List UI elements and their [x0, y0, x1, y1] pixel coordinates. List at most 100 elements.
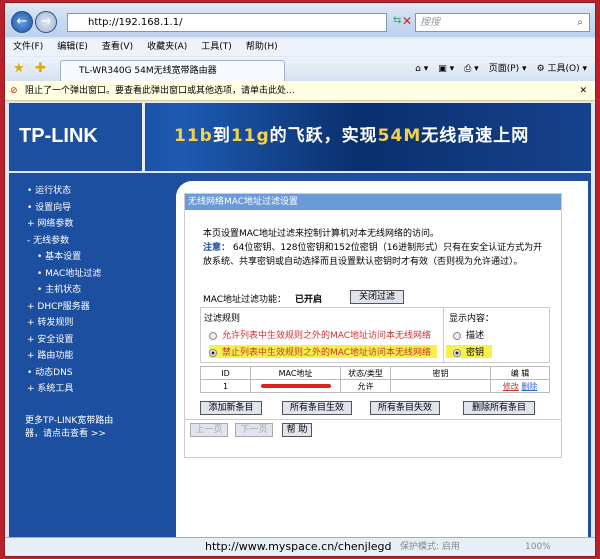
tab-title: TL-WR340G 54M无线宽带路由器: [79, 66, 217, 76]
divider: [185, 419, 561, 420]
back-button[interactable]: ←: [11, 11, 33, 33]
add-entry-button[interactable]: 添加新条目: [200, 401, 262, 415]
mac-filter-box: 无线网络MAC地址过滤设置 本页设置MAC地址过滤来控制计算机对本无线网络的访问…: [184, 193, 562, 458]
slogan-part: 无线高速上网: [421, 126, 530, 146]
close-icon[interactable]: ✕: [579, 81, 587, 101]
display-key-option[interactable]: 密钥: [446, 345, 493, 358]
filter-status: 已开启: [295, 295, 323, 305]
header-edit: 编 辑: [490, 366, 550, 380]
slogan-part: 到: [212, 126, 231, 146]
rule-allow-option[interactable]: 允许列表中生效规则之外的MAC地址访问本无线网络: [209, 328, 431, 341]
forward-button[interactable]: →: [35, 11, 57, 33]
delete-all-button[interactable]: 删除所有条目: [463, 401, 535, 415]
address-bar-area: ← → http://192.168.1.1/ ⇆ ✕ 搜搜 ⌕: [5, 7, 595, 37]
sidebar-item-forwarding[interactable]: + 转发规则: [9, 315, 132, 332]
feeds-icon[interactable]: ▣ ▾: [438, 61, 454, 77]
table-row: 1 允许 修改 删除: [200, 379, 550, 393]
sidebar-item-ddns[interactable]: • 动态DNS: [9, 365, 132, 382]
more-products-link[interactable]: 更多TP-LINK宽带路由器，请点击查看 >>: [25, 415, 125, 441]
tools-menu[interactable]: ⚙ 工具(O) ▾: [537, 61, 587, 77]
filter-label: MAC地址过滤功能：: [203, 295, 287, 305]
main-content: 无线网络MAC地址过滤设置 本页设置MAC地址过滤来控制计算机对本无线网络的访问…: [132, 173, 591, 538]
url-input[interactable]: http://192.168.1.1/: [67, 13, 387, 32]
sidebar-item-basic[interactable]: • 基本设置: [9, 249, 132, 266]
radio-allow[interactable]: [209, 331, 217, 340]
disable-all-button[interactable]: 所有条目失效: [370, 401, 440, 415]
help-button[interactable]: 帮 助: [282, 423, 312, 437]
display-desc-option[interactable]: 描述: [453, 328, 484, 341]
edit-link[interactable]: 修改: [503, 382, 519, 391]
content-panel: 无线网络MAC地址过滤设置 本页设置MAC地址过滤来控制计算机对本无线网络的访问…: [176, 181, 588, 538]
command-bar: ⌂ ▾ ▣ ▾ ⎙ ▾ 页面(P) ▾ ⚙ 工具(O) ▾: [415, 61, 587, 77]
rules-label: 过滤规则: [204, 314, 241, 324]
tab-router[interactable]: TL-WR340G 54M无线宽带路由器: [60, 60, 285, 81]
popup-info-text: 阻止了一个弹出窗口。要查看此弹出窗口或其他选项，请单击此处...: [25, 86, 295, 96]
delete-link[interactable]: 删除: [521, 382, 537, 391]
menu-tools[interactable]: 工具(T): [201, 39, 232, 56]
panel-title: 无线网络MAC地址过滤设置: [185, 194, 561, 210]
tab-bar: ★ ✚ TL-WR340G 54M无线宽带路由器 ⌂ ▾ ▣ ▾ ⎙ ▾ 页面(…: [5, 57, 595, 81]
sidebar-item-system[interactable]: + 系统工具: [9, 381, 132, 398]
stop-icon[interactable]: ✕: [402, 14, 412, 28]
header-id: ID: [200, 366, 251, 380]
radio-desc[interactable]: [453, 331, 461, 340]
search-input[interactable]: 搜搜 ⌕: [415, 13, 590, 32]
rules-group: 过滤规则 允许列表中生效规则之外的MAC地址访问本无线网络 禁止列表中生效规则之…: [200, 307, 550, 363]
divider: [443, 308, 444, 362]
sidebar: • 运行状态 • 设置向导 + 网络参数 - 无线参数 • 基本设置 • MAC…: [9, 173, 132, 538]
display-desc-label: 描述: [466, 331, 485, 341]
close-filter-button[interactable]: 关闭过滤: [350, 290, 404, 304]
sidebar-item-routing[interactable]: + 路由功能: [9, 348, 132, 365]
slogan-part: 的飞跃，实现: [269, 126, 378, 146]
cell-edit: 修改 删除: [490, 379, 550, 393]
table-header: ID MAC地址 状态/类型 密钥 编 辑: [200, 366, 550, 380]
refresh-icon[interactable]: ⇆: [393, 15, 401, 26]
menu-edit[interactable]: 编辑(E): [57, 39, 88, 56]
display-key-label: 密钥: [466, 348, 485, 358]
sidebar-item-network[interactable]: + 网络参数: [9, 216, 132, 233]
page-menu[interactable]: 页面(P) ▾: [489, 61, 527, 77]
redacted-mac-scribble: [260, 384, 331, 388]
menu-favorites[interactable]: 收藏夹(A): [147, 39, 187, 56]
sidebar-item-security[interactable]: + 安全设置: [9, 332, 132, 349]
menu-file[interactable]: 文件(F): [13, 39, 43, 56]
sidebar-item-hosts[interactable]: • 主机状态: [9, 282, 132, 299]
menu-view[interactable]: 查看(V): [102, 39, 133, 56]
menu-help[interactable]: 帮助(H): [246, 39, 278, 56]
slogan-part: 11g: [230, 126, 270, 146]
header-mac: MAC地址: [250, 366, 341, 380]
popup-blocked-bar[interactable]: ⊘ 阻止了一个弹出窗口。要查看此弹出窗口或其他选项，请单击此处... ✕: [5, 81, 595, 101]
add-favorite-icon[interactable]: ✚: [35, 61, 46, 76]
cell-mac: [250, 379, 341, 393]
enable-all-button[interactable]: 所有条目生效: [282, 401, 352, 415]
blocked-icon: ⊘: [10, 86, 18, 96]
sidebar-item-wireless[interactable]: - 无线参数: [9, 233, 132, 250]
rule-allow-label: 允许列表中生效规则之外的MAC地址访问本无线网络: [222, 331, 432, 341]
next-page-button[interactable]: 下一页: [235, 423, 273, 437]
print-icon[interactable]: ⎙ ▾: [464, 61, 479, 77]
sidebar-item-wizard[interactable]: • 设置向导: [9, 200, 132, 217]
display-label: 显示内容：: [449, 314, 495, 324]
menu-bar: 文件(F) 编辑(E) 查看(V) 收藏夹(A) 工具(T) 帮助(H): [5, 39, 595, 56]
sidebar-item-mac-filter[interactable]: • MAC地址过滤: [9, 266, 132, 283]
sidebar-item-dhcp[interactable]: + DHCP服务器: [9, 299, 132, 316]
favorites-star-icon[interactable]: ★: [13, 61, 25, 76]
cell-status: 允许: [340, 379, 391, 393]
status-bar: http://www.myspace.cn/chenjlegd 保护模式: 启用…: [5, 537, 595, 555]
tools-label: 工具(O): [547, 64, 580, 74]
note-body: 64位密钥、128位密钥和152位密钥（16进制形式）只有在安全认证方式为开放系…: [203, 243, 543, 267]
radio-deny[interactable]: [209, 348, 217, 357]
tp-link-logo: TP-LINK: [9, 103, 145, 171]
sidebar-item-status[interactable]: • 运行状态: [9, 183, 132, 200]
browser-window: ← → http://192.168.1.1/ ⇆ ✕ 搜搜 ⌕ 文件(F) 编辑…: [4, 2, 596, 557]
search-icon[interactable]: ⌕: [577, 14, 583, 31]
slogan-part: 11b: [174, 126, 213, 146]
rule-deny-option[interactable]: 禁止列表中生效规则之外的MAC地址访问本无线网络: [209, 345, 438, 358]
radio-key[interactable]: [453, 348, 461, 357]
home-icon[interactable]: ⌂ ▾: [415, 61, 428, 77]
banner-slogan: 11b到11g的飞跃，实现54M无线高速上网: [174, 121, 529, 146]
zoom-level[interactable]: 100%: [525, 538, 551, 556]
header-status: 状态/类型: [340, 366, 391, 380]
prev-page-button[interactable]: 上一页: [190, 423, 228, 437]
banner: TP-LINK 11b到11g的飞跃，实现54M无线高速上网: [9, 103, 591, 171]
